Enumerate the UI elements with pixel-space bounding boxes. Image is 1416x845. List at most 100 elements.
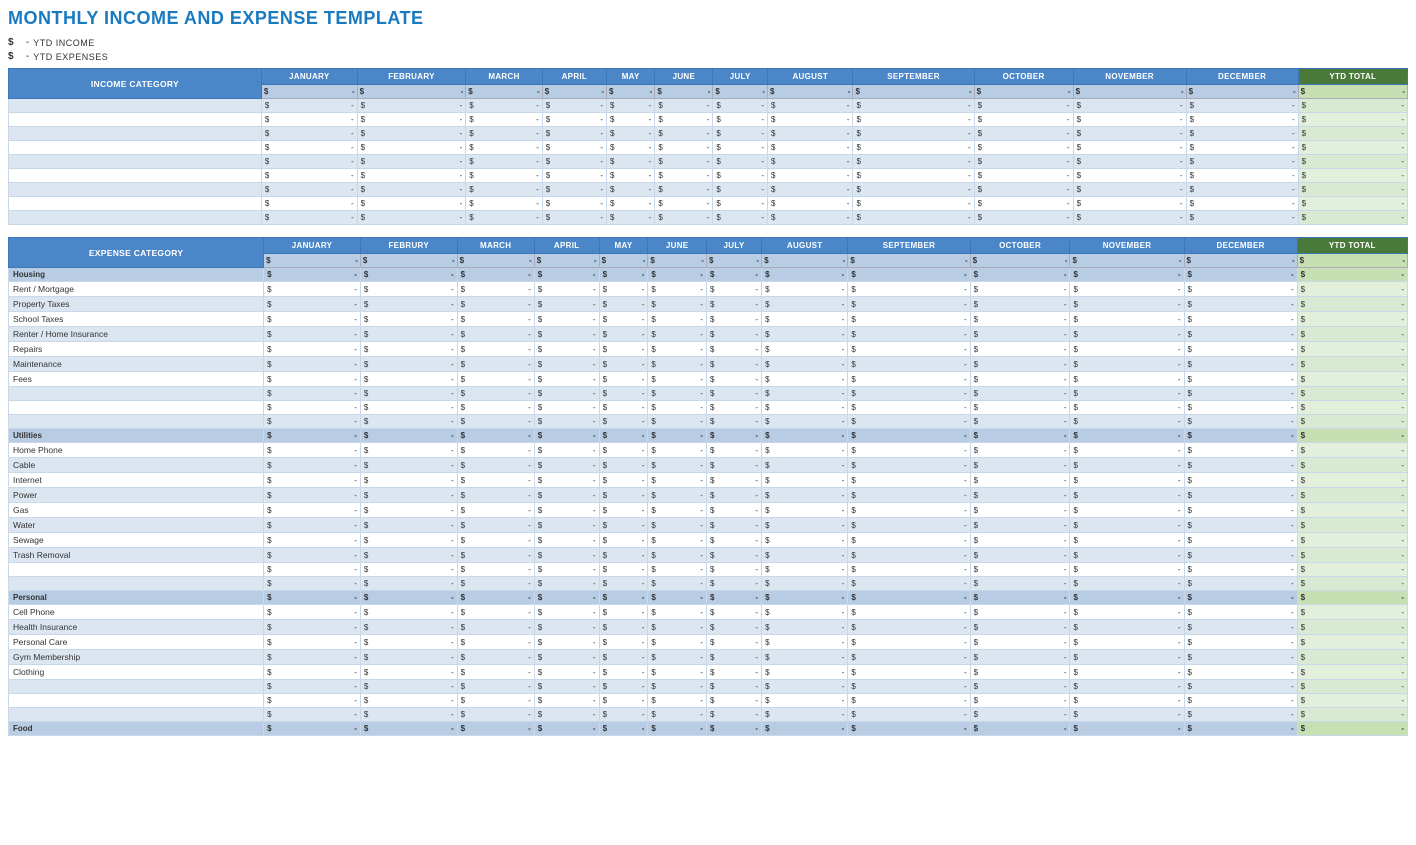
- money-cell: $-: [970, 518, 1070, 533]
- money-cell: $-: [853, 211, 974, 225]
- money-cell: $-: [360, 635, 457, 650]
- expense-item-category[interactable]: Health Insurance: [9, 620, 264, 635]
- money-cell: $-: [970, 488, 1070, 503]
- money-cell: $-: [457, 591, 534, 605]
- expense-item-category[interactable]: [9, 563, 264, 577]
- exp-nov-header: NOVEMBER: [1070, 238, 1184, 254]
- money-cell: $-: [648, 372, 707, 387]
- money-cell: $-: [706, 297, 761, 312]
- money-cell: $-: [360, 415, 457, 429]
- money-cell: $-: [706, 387, 761, 401]
- income-category-cell[interactable]: [9, 183, 262, 197]
- expense-item-category[interactable]: Repairs: [9, 342, 264, 357]
- expense-item-category[interactable]: Renter / Home Insurance: [9, 327, 264, 342]
- expense-item-category[interactable]: School Taxes: [9, 312, 264, 327]
- money-cell: $-: [466, 113, 542, 127]
- expense-item-row: Personal Care$-$-$-$-$-$-$-$-$-$-$-$-$-: [9, 635, 1408, 650]
- expense-item-category[interactable]: Home Phone: [9, 443, 264, 458]
- money-cell: $-: [1184, 387, 1297, 401]
- expense-item-category[interactable]: Trash Removal: [9, 548, 264, 563]
- money-cell: $-: [264, 548, 361, 563]
- jul-header: JULY: [713, 69, 768, 85]
- income-category-cell[interactable]: [9, 127, 262, 141]
- expense-item-category[interactable]: Gas: [9, 503, 264, 518]
- expense-item-category[interactable]: Cable: [9, 458, 264, 473]
- income-category-cell[interactable]: [9, 211, 262, 225]
- expense-item-category[interactable]: Sewage: [9, 533, 264, 548]
- money-cell: $-: [970, 372, 1070, 387]
- expense-item-category[interactable]: [9, 577, 264, 591]
- income-category-cell[interactable]: [9, 155, 262, 169]
- expense-item-category[interactable]: [9, 680, 264, 694]
- income-category-cell[interactable]: [9, 169, 262, 183]
- money-cell: $-: [970, 635, 1070, 650]
- money-cell: $-: [1070, 518, 1184, 533]
- money-cell: $-: [599, 387, 648, 401]
- money-cell: $-: [457, 387, 534, 401]
- expense-item-category[interactable]: Fees: [9, 372, 264, 387]
- expense-item-category[interactable]: Property Taxes: [9, 297, 264, 312]
- money-cell: $-: [360, 473, 457, 488]
- income-category-cell[interactable]: [9, 99, 262, 113]
- expense-item-category[interactable]: [9, 401, 264, 415]
- money-cell: $-: [1070, 342, 1184, 357]
- money-cell: $-: [706, 282, 761, 297]
- exp-oct-header: OCTOBER: [970, 238, 1070, 254]
- expense-item-category[interactable]: Gym Membership: [9, 650, 264, 665]
- expense-item-row: $-$-$-$-$-$-$-$-$-$-$-$-$-: [9, 680, 1408, 694]
- money-cell: $-: [542, 113, 606, 127]
- money-cell: $-: [648, 680, 707, 694]
- expense-item-category[interactable]: Cell Phone: [9, 605, 264, 620]
- money-cell: $-: [706, 548, 761, 563]
- money-cell: $-: [853, 99, 974, 113]
- expense-item-category[interactable]: [9, 415, 264, 429]
- money-cell: $-: [1184, 297, 1297, 312]
- money-cell: $-: [848, 312, 970, 327]
- money-cell: $-: [848, 327, 970, 342]
- money-cell: $-: [762, 415, 848, 429]
- money-cell: $-: [542, 169, 606, 183]
- expense-item-row: Health Insurance$-$-$-$-$-$-$-$-$-$-$-$-…: [9, 620, 1408, 635]
- ytd-info: $ - YTD INCOME $ - YTD EXPENSES: [8, 37, 1408, 62]
- money-cell: $-: [848, 650, 970, 665]
- money-cell: $-: [457, 297, 534, 312]
- expense-item-category[interactable]: Rent / Mortgage: [9, 282, 264, 297]
- money-cell: $-: [264, 680, 361, 694]
- expense-item-category[interactable]: Maintenance: [9, 357, 264, 372]
- expense-item-category[interactable]: Power: [9, 488, 264, 503]
- money-cell: $-: [606, 197, 654, 211]
- expense-item-category[interactable]: Clothing: [9, 665, 264, 680]
- money-cell: $-: [762, 503, 848, 518]
- money-cell: $-: [1070, 680, 1184, 694]
- money-cell: $-: [1184, 635, 1297, 650]
- income-category-cell[interactable]: [9, 197, 262, 211]
- income-category-cell[interactable]: [9, 141, 262, 155]
- expense-item-category[interactable]: [9, 708, 264, 722]
- money-cell: $-: [762, 372, 848, 387]
- expense-item-category[interactable]: Internet: [9, 473, 264, 488]
- expense-item-row: Repairs$-$-$-$-$-$-$-$-$-$-$-$-$-: [9, 342, 1408, 357]
- ytd-cell: $-: [1298, 99, 1407, 113]
- money-cell: $-: [360, 503, 457, 518]
- money-cell: $-: [264, 665, 361, 680]
- money-cell: $-: [648, 694, 707, 708]
- expense-item-category[interactable]: Personal Care: [9, 635, 264, 650]
- money-cell: $-: [1070, 563, 1184, 577]
- income-category-cell[interactable]: [9, 113, 262, 127]
- income-row: $-$-$-$-$-$-$-$-$-$-$-$-$-: [9, 155, 1408, 169]
- money-cell: $-: [762, 694, 848, 708]
- expense-item-category[interactable]: [9, 694, 264, 708]
- dec-header: DECEMBER: [1186, 69, 1298, 85]
- money-cell: $-: [261, 211, 357, 225]
- expense-item-category[interactable]: Water: [9, 518, 264, 533]
- money-cell: $-: [1184, 620, 1297, 635]
- money-cell: $-: [457, 429, 534, 443]
- money-cell: $-: [357, 127, 466, 141]
- money-cell: $-: [599, 620, 648, 635]
- ytd-cell: $-: [1297, 357, 1407, 372]
- money-cell: $-: [1184, 650, 1297, 665]
- money-cell: $-: [264, 473, 361, 488]
- money-cell: $-: [706, 443, 761, 458]
- expense-item-category[interactable]: [9, 387, 264, 401]
- money-cell: $-: [264, 635, 361, 650]
